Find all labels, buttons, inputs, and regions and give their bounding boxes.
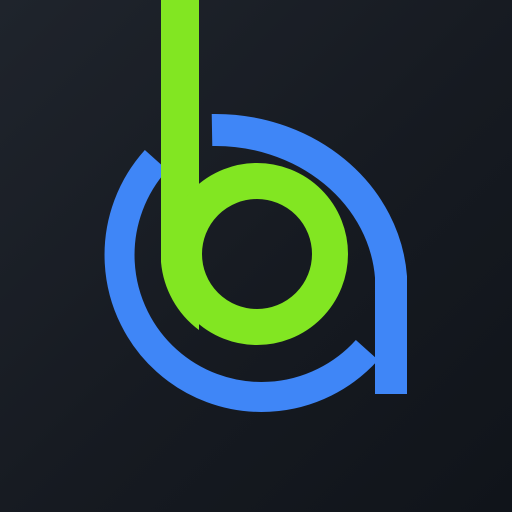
ba-monogram-logo-icon bbox=[104, 0, 407, 412]
app-icon-background bbox=[0, 0, 512, 512]
